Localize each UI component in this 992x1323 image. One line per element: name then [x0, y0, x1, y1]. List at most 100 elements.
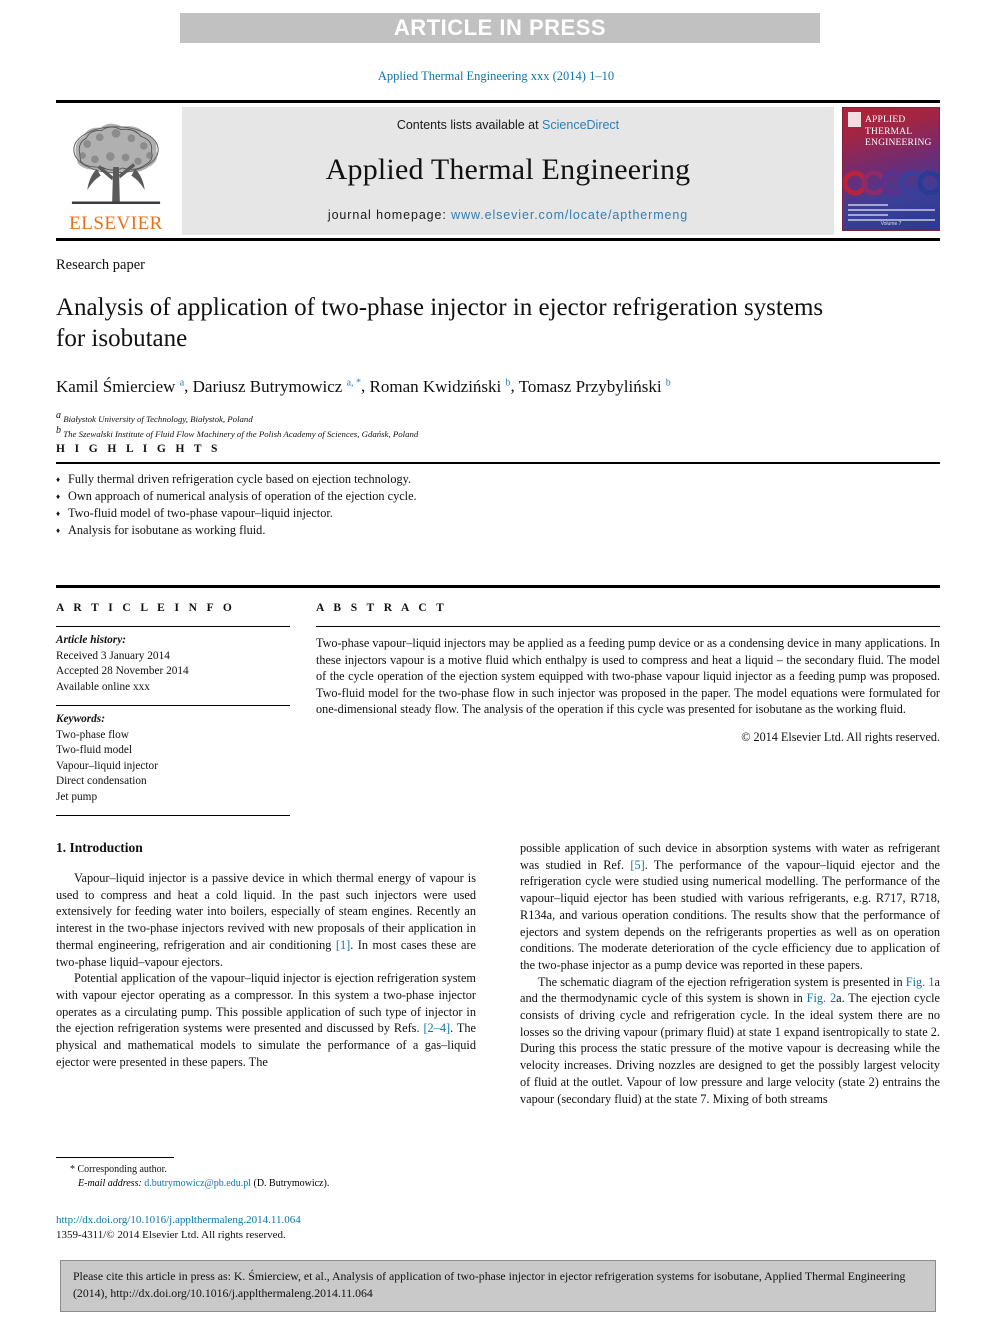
footnote-rule: [56, 1157, 174, 1158]
author-item: Roman Kwidziński b: [370, 377, 511, 396]
running-head-citation: Applied Thermal Engineering xxx (2014) 1…: [377, 69, 615, 83]
masthead-bottom-rule: [56, 238, 940, 241]
info-abstract-top-rule: [56, 585, 940, 588]
homepage-url-link[interactable]: www.elsevier.com/locate/apthermeng: [451, 208, 688, 222]
citation-ref[interactable]: [2–4]: [423, 1021, 450, 1035]
email-link[interactable]: d.butrymowicz@pb.edu.pl: [144, 1178, 251, 1189]
issn-copyright-line: 1359-4311/© 2014 Elsevier Ltd. All right…: [56, 1229, 286, 1241]
body-column-right: possible application of such device in a…: [520, 840, 940, 1107]
doi-block: http://dx.doi.org/10.1016/j.applthermale…: [56, 1213, 486, 1243]
affiliation-text: The Szewalski Institute of Fluid Flow Ma…: [63, 429, 419, 439]
highlights-section: H I G H L I G H T S Fully thermal driven…: [56, 443, 940, 539]
author-item: Tomasz Przybyliński b: [519, 377, 671, 396]
journal-cover-thumbnail: APPLIED THERMAL ENGINEERING Volume 7: [842, 107, 940, 231]
article-history-label: Article history:: [56, 634, 126, 646]
abstract-rule: [316, 626, 940, 627]
contents-prefix-label: Contents lists available at: [396, 118, 543, 132]
author-item: Dariusz Butrymowicz a, *: [193, 377, 361, 396]
cover-rings-graphic: [843, 170, 939, 196]
highlights-label: H I G H L I G H T S: [56, 443, 221, 455]
history-item: Available online xxx: [56, 680, 150, 693]
paragraph-text: Potential application of the vapour–liqu…: [56, 971, 476, 1069]
affiliation-text: Białystok University of Technology, Biał…: [63, 413, 253, 424]
doi-link[interactable]: http://dx.doi.org/10.1016/j.applthermale…: [56, 1213, 486, 1228]
corresponding-author-note: * Corresponding author.: [70, 1164, 167, 1175]
paragraph-text: Vapour–liquid injector is a passive devi…: [56, 871, 476, 969]
article-in-press-label: ARTICLE IN PRESS: [393, 15, 607, 40]
abstract-text: Two-phase vapour–liquid injectors may be…: [316, 636, 940, 717]
journal-homepage-line: journal homepage: www.elsevier.com/locat…: [328, 208, 688, 222]
paper-page: ARTICLE IN PRESS Applied Thermal Enginee…: [0, 0, 992, 1323]
citation-ref[interactable]: [5]: [630, 858, 644, 872]
article-info-label: A R T I C L E I N F O: [56, 602, 236, 614]
article-info-column: A R T I C L E I N F O Article history: R…: [56, 602, 316, 816]
elsevier-logo: ELSEVIER: [56, 107, 176, 235]
email-note: E-mail address: d.butrymowicz@pb.edu.pl …: [56, 1177, 476, 1191]
list-item: Two-fluid model of two-phase vapour–liqu…: [56, 505, 940, 522]
keywords-top-rule: [56, 705, 290, 706]
copyright-line: © 2014 Elsevier Ltd. All rights reserved…: [741, 730, 940, 745]
keyword-item: Jet pump: [56, 790, 98, 803]
keywords-bottom-rule: [56, 815, 290, 816]
abstract-column: A B S T R A C T Two-phase vapour–liquid …: [316, 602, 940, 816]
author-item: Kamil Śmierciew a: [56, 377, 184, 396]
keyword-item: Two-phase flow: [56, 728, 129, 741]
author-name: Kamil Śmierciew: [56, 376, 176, 396]
keyword-item: Two-fluid model: [56, 744, 133, 756]
sciencedirect-link[interactable]: ScienceDirect: [542, 118, 619, 132]
affiliation-line: a Białystok University of Technology, Bi…: [56, 410, 940, 425]
author-separator: ,: [184, 376, 193, 396]
cover-title-text: APPLIED THERMAL ENGINEERING: [865, 115, 932, 148]
paragraph: The schematic diagram of the ejection re…: [520, 974, 940, 1108]
highlights-list: Fully thermal driven refrigeration cycle…: [56, 471, 940, 539]
section-heading-introduction: 1. Introduction: [56, 840, 143, 855]
author-name: Dariusz Butrymowicz: [192, 376, 343, 396]
author-separator: ,: [361, 376, 370, 396]
abstract-label: A B S T R A C T: [316, 602, 448, 614]
keywords-label: Keywords:: [56, 713, 105, 725]
list-item: Own approach of numerical analysis of op…: [56, 488, 940, 505]
author-list: Kamil Śmierciew a, Dariusz Butrymowicz a…: [56, 372, 940, 398]
journal-masthead: ELSEVIER Contents lists available at Sci…: [56, 100, 940, 241]
figure-ref[interactable]: Fig. 1: [906, 975, 935, 989]
masthead-top-rule: [56, 100, 940, 103]
citation-text: Please cite this article in press as: K.…: [73, 1269, 906, 1300]
paragraph-text: possible application of such device in a…: [520, 841, 940, 972]
highlights-top-rule: [56, 462, 940, 464]
info-abstract-section: A R T I C L E I N F O Article history: R…: [56, 585, 940, 816]
author-affiliation-mark: a, *: [346, 377, 362, 388]
history-item: Received 3 January 2014: [56, 649, 170, 662]
paragraph: Vapour–liquid injector is a passive devi…: [56, 870, 476, 970]
article-history-block: Article history: Received 3 January 2014…: [56, 633, 290, 695]
history-item: Accepted 28 November 2014: [56, 665, 189, 677]
title-block: Research paper Analysis of application o…: [56, 257, 940, 441]
paragraph: possible application of such device in a…: [520, 840, 940, 974]
page-title: Analysis of application of two-phase inj…: [56, 294, 824, 352]
paragraph: Potential application of the vapour–liqu…: [56, 970, 476, 1070]
keyword-item: Vapour–liquid injector: [56, 759, 158, 772]
author-separator: ,: [510, 376, 519, 396]
affiliation-line: b The Szewalski Institute of Fluid Flow …: [56, 425, 940, 440]
article-info-rule: [56, 626, 290, 627]
footnote-block: * Corresponding author. E-mail address: …: [56, 1157, 476, 1191]
cover-volume-label: Volume 7: [880, 221, 902, 227]
author-name: Tomasz Przybyliński: [518, 376, 662, 396]
author-affiliation-mark: b: [665, 377, 671, 388]
affiliation-mark: a: [56, 409, 61, 421]
elsevier-wordmark: ELSEVIER: [69, 213, 163, 234]
author-name: Roman Kwidziński: [369, 376, 502, 396]
citation-footer-box: Please cite this article in press as: K.…: [60, 1260, 936, 1312]
email-label: E-mail address:: [78, 1178, 142, 1189]
article-in-press-banner: ARTICLE IN PRESS: [180, 13, 820, 43]
keyword-item: Direct condensation: [56, 775, 147, 787]
cover-elsevier-mark-icon: [848, 112, 861, 127]
journal-title: Applied Thermal Engineering: [325, 153, 691, 186]
body-columns: 1. Introduction Vapour–liquid injector i…: [56, 840, 940, 1107]
homepage-label: journal homepage:: [327, 208, 452, 222]
figure-ref[interactable]: Fig. 2: [807, 991, 837, 1005]
paragraph-text: The schematic diagram of the ejection re…: [520, 974, 940, 1106]
list-item: Fully thermal driven refrigeration cycle…: [56, 471, 940, 488]
list-item: Analysis for isobutane as working fluid.: [56, 522, 940, 539]
citation-ref[interactable]: [1]: [336, 938, 350, 952]
article-type-label: Research paper: [56, 257, 145, 273]
